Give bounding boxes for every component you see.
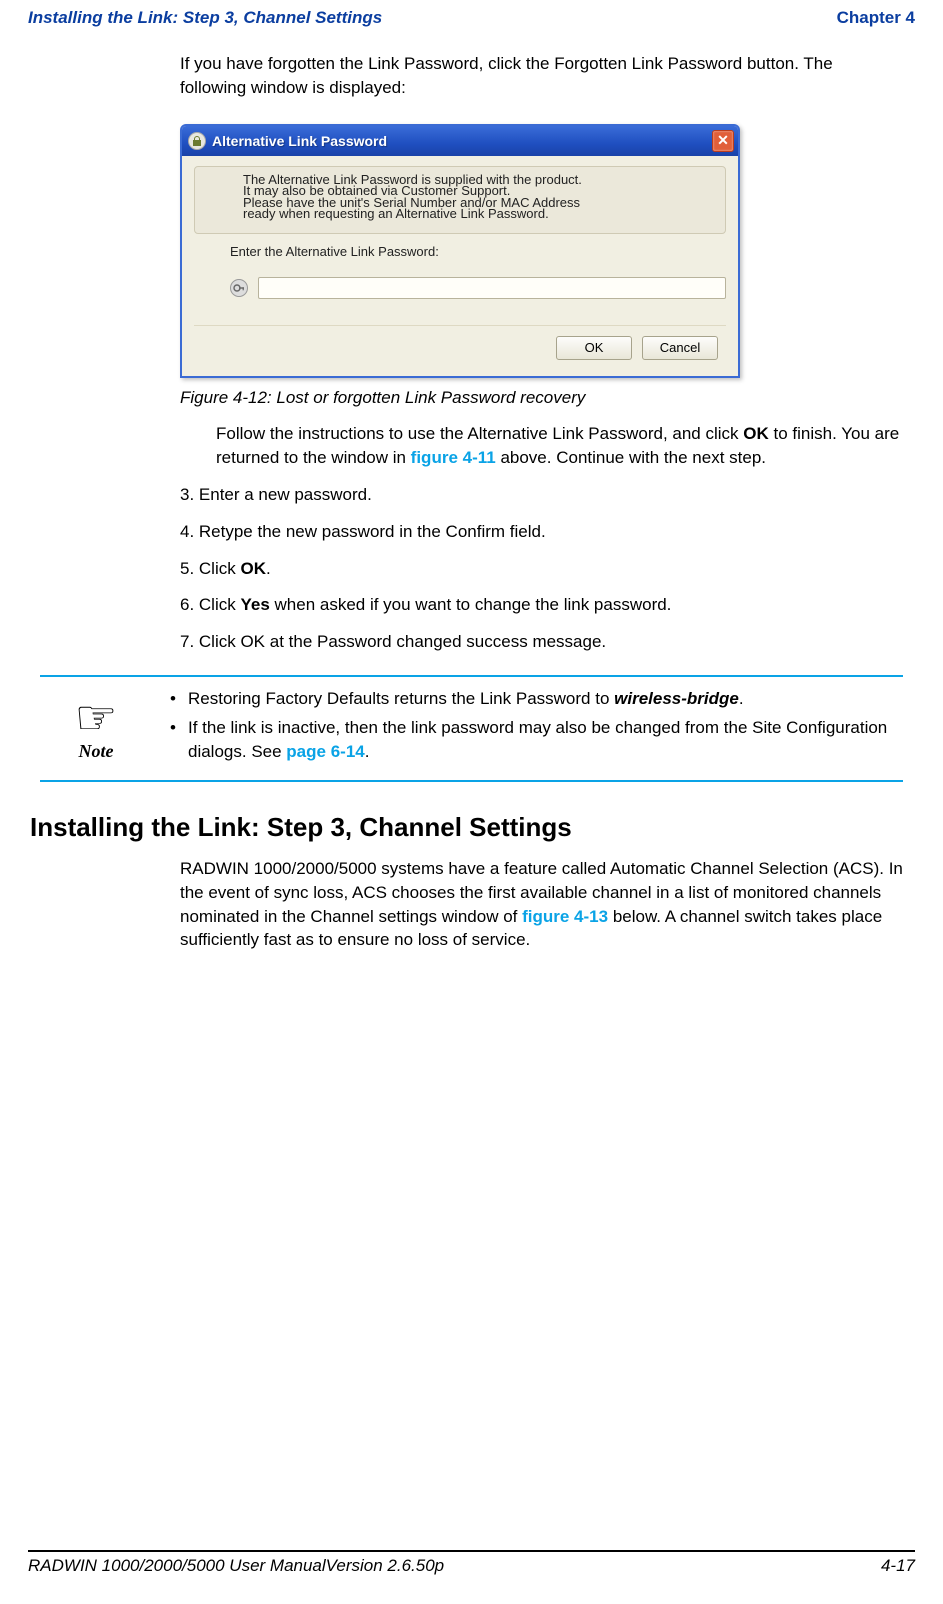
dialog-entry-label: Enter the Alternative Link Password: bbox=[230, 244, 726, 259]
step-4: 4. Retype the new password in the Confir… bbox=[180, 520, 903, 545]
term-wireless-bridge: wireless-bridge bbox=[614, 689, 739, 708]
page-header: Installing the Link: Step 3, Channel Set… bbox=[0, 0, 943, 28]
footer-page-number: 4-17 bbox=[881, 1556, 915, 1576]
dialog-body: The Alternative Link Password is supplie… bbox=[182, 156, 738, 376]
dialog-titlebar: Alternative Link Password ✕ bbox=[182, 126, 738, 156]
dialog-info-group: The Alternative Link Password is supplie… bbox=[194, 166, 726, 234]
text-span: . bbox=[739, 689, 744, 708]
text-span: 6. Click bbox=[180, 595, 240, 614]
step-3: 3. Enter a new password. bbox=[180, 483, 903, 508]
figure-4-13-link[interactable]: figure 4-13 bbox=[522, 907, 608, 926]
figure-4-11-link[interactable]: figure 4-11 bbox=[411, 448, 496, 467]
note-icon-column: ☞ Note bbox=[40, 687, 152, 770]
section-paragraph: RADWIN 1000/2000/5000 systems have a fea… bbox=[180, 857, 903, 952]
page-footer: RADWIN 1000/2000/5000 User ManualVersion… bbox=[0, 1550, 943, 1576]
bold-yes: Yes bbox=[240, 595, 269, 614]
dialog-info-line: ready when requesting an Alternative Lin… bbox=[243, 205, 677, 223]
alternative-link-password-input[interactable] bbox=[258, 277, 726, 299]
step-6: 6. Click Yes when asked if you want to c… bbox=[180, 593, 903, 618]
header-chapter: Chapter 4 bbox=[837, 8, 915, 28]
cancel-button[interactable]: Cancel bbox=[642, 336, 718, 360]
close-icon[interactable]: ✕ bbox=[712, 130, 734, 152]
dialog-title: Alternative Link Password bbox=[212, 133, 712, 149]
bold-ok: OK bbox=[743, 424, 769, 443]
header-section-title: Installing the Link: Step 3, Channel Set… bbox=[28, 8, 382, 28]
post-figure-paragraph: Follow the instructions to use the Alter… bbox=[216, 422, 903, 470]
note-block: ☞ Note Restoring Factory Defaults return… bbox=[40, 675, 903, 782]
text-span: above. Continue with the next step. bbox=[496, 448, 766, 467]
dialog-window: Alternative Link Password ✕ The Alternat… bbox=[180, 124, 740, 378]
page-6-14-link[interactable]: page 6-14 bbox=[286, 742, 364, 761]
key-icon bbox=[230, 279, 248, 297]
note-bullet-1: Restoring Factory Defaults returns the L… bbox=[170, 687, 903, 711]
text-span: . bbox=[266, 559, 271, 578]
section-heading: Installing the Link: Step 3, Channel Set… bbox=[30, 812, 903, 843]
intro-paragraph: If you have forgotten the Link Password,… bbox=[180, 52, 903, 100]
step-5: 5. Click OK. bbox=[180, 557, 903, 582]
text-span: when asked if you want to change the lin… bbox=[270, 595, 672, 614]
ok-button[interactable]: OK bbox=[556, 336, 632, 360]
pointing-hand-icon: ☞ bbox=[74, 695, 117, 743]
text-span: 5. Click bbox=[180, 559, 240, 578]
text-span: Follow the instructions to use the Alter… bbox=[216, 424, 743, 443]
dialog-button-row: OK Cancel bbox=[194, 325, 726, 366]
dialog-entry-row bbox=[194, 277, 726, 299]
text-span: . bbox=[365, 742, 370, 761]
text-span: Restoring Factory Defaults returns the L… bbox=[188, 689, 614, 708]
figure-caption: Figure 4-12: Lost or forgotten Link Pass… bbox=[180, 388, 903, 408]
step-7: 7. Click OK at the Password changed succ… bbox=[180, 630, 903, 655]
note-bullet-2: If the link is inactive, then the link p… bbox=[170, 716, 903, 764]
bold-ok: OK bbox=[240, 559, 266, 578]
figure-dialog-screenshot: Alternative Link Password ✕ The Alternat… bbox=[180, 124, 903, 378]
footer-left: RADWIN 1000/2000/5000 User ManualVersion… bbox=[28, 1556, 444, 1576]
footer-rule bbox=[28, 1550, 915, 1552]
steps-list: 3. Enter a new password. 4. Retype the n… bbox=[180, 483, 903, 654]
note-bullets: Restoring Factory Defaults returns the L… bbox=[152, 687, 903, 770]
lock-icon bbox=[188, 132, 206, 150]
